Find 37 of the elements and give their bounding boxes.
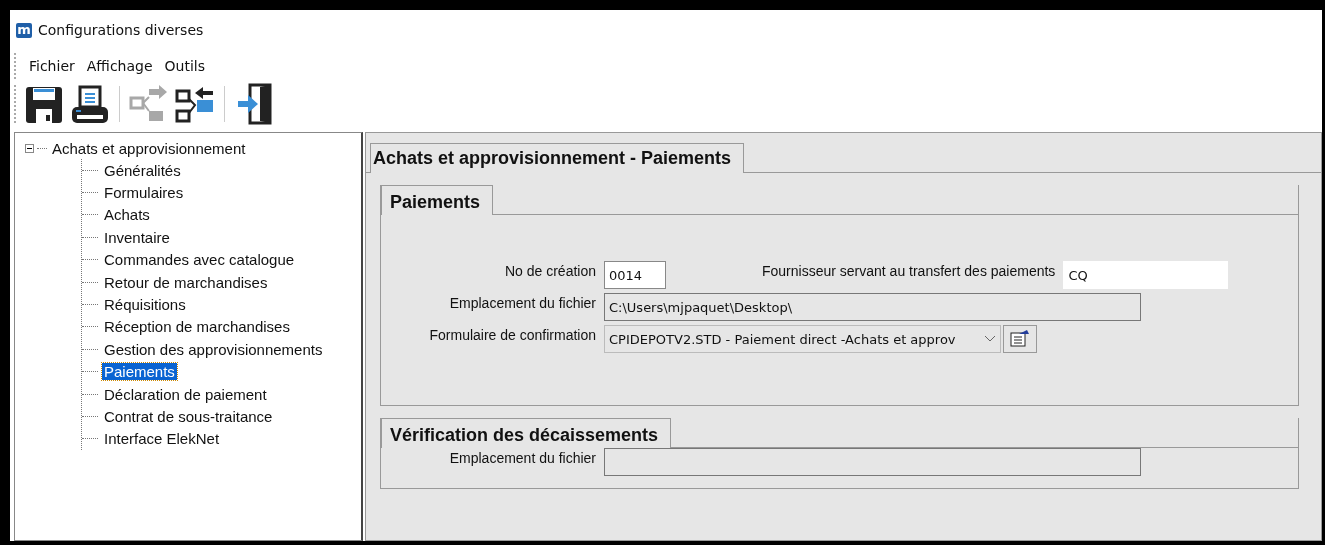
menu-item[interactable]: Fichier	[27, 56, 77, 76]
toolbar-button[interactable]	[69, 83, 111, 125]
menu-item[interactable]: Outils	[162, 56, 207, 76]
text-field[interactable]: CQ	[1063, 261, 1229, 289]
printer-icon	[70, 83, 110, 125]
group-title: Paiements	[381, 185, 494, 215]
dropdown[interactable]: CPIDEPOTV2.STD - Paiement direct -Achats et approv	[604, 325, 1001, 353]
tab[interactable]: Achats et approvisionnement - Paiements	[370, 143, 745, 173]
tree-item[interactable]: Réquisitions	[102, 296, 188, 314]
tree-item[interactable]: Généralités	[102, 161, 183, 179]
tree-item[interactable]: Paiements	[102, 363, 177, 381]
menu-item[interactable]: Affichage	[84, 56, 155, 76]
chevron-down-icon	[984, 335, 996, 343]
tree-item[interactable]: Formulaires	[102, 184, 186, 202]
app-logo: m	[16, 22, 32, 38]
tree-item[interactable]: Inventaire	[102, 228, 172, 246]
tree-item[interactable]: Retour de marchandises	[102, 273, 270, 291]
path-field[interactable]: C:\Users\mjpaquet\Desktop\	[604, 293, 1141, 321]
tree-item[interactable]: Déclaration de paiement	[102, 385, 269, 403]
tree-item[interactable]: Achats et approvisionnement	[50, 139, 248, 157]
form-icon	[1009, 327, 1031, 348]
field-label: Fournisseur servant au transfert des paiements	[762, 262, 1056, 279]
field-label: Emplacement du fichier	[448, 294, 596, 311]
field-label: No de création	[503, 262, 596, 279]
properties-button[interactable]	[1003, 325, 1037, 353]
tree-item[interactable]: Gestion des approvisionnements	[102, 340, 325, 358]
collapse-icon[interactable]	[25, 143, 34, 153]
tree-item[interactable]: Contrat de sous-traitance	[102, 408, 275, 425]
window-title: Configurations diverses	[38, 22, 204, 38]
tree-item[interactable]: Réception de marchandises	[102, 318, 292, 336]
path-field[interactable]	[604, 448, 1141, 476]
tree-item[interactable]: Achats	[102, 206, 152, 224]
tree-item[interactable]: Interface ElekNet	[102, 430, 222, 448]
tree-item[interactable]: Commandes avec catalogue	[102, 251, 297, 269]
field-label: Formulaire de confirmation	[428, 326, 596, 343]
text-field[interactable]: 0014	[604, 261, 666, 289]
field-label: Emplacement du fichier	[448, 449, 596, 466]
